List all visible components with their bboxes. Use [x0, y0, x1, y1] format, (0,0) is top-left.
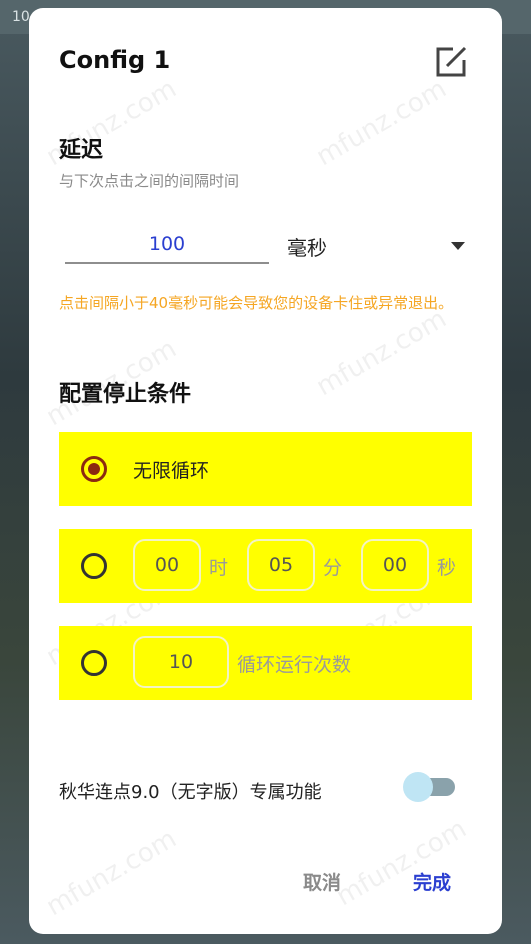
toggle-thumb	[403, 772, 433, 802]
done-button[interactable]: 完成	[413, 868, 451, 895]
radio-loop-count[interactable]	[81, 650, 107, 676]
option-timer[interactable]: 时 分 秒	[59, 529, 472, 603]
delay-subtitle: 与下次点击之间的间隔时间	[59, 172, 240, 190]
timer-hours-unit: 时	[209, 557, 229, 579]
timer-minutes-unit: 分	[323, 557, 343, 579]
status-time: 10	[12, 9, 30, 25]
timer-hours-input[interactable]	[133, 539, 201, 591]
exclusive-feature-toggle[interactable]	[403, 766, 455, 806]
cancel-button[interactable]: 取消	[303, 868, 341, 895]
dialog-title: Config 1	[59, 46, 171, 74]
loop-count-label: 循环运行次数	[237, 654, 352, 676]
option-loop-count[interactable]: 循环运行次数	[59, 626, 472, 700]
config-dialog: mfunz.com mfunz.com mfunz.com mfunz.com …	[29, 8, 502, 934]
delay-heading: 延迟	[59, 138, 104, 163]
timer-seconds-input[interactable]	[361, 539, 429, 591]
delay-unit-label: 毫秒	[287, 236, 327, 260]
chevron-down-icon	[451, 242, 465, 250]
timer-seconds-unit: 秒	[437, 557, 457, 579]
exclusive-feature-label: 秋华连点9.0（无字版）专属功能	[59, 782, 322, 803]
delay-unit-select[interactable]: 毫秒	[287, 226, 471, 264]
radio-timer[interactable]	[81, 553, 107, 579]
option-infinite-loop-label: 无限循环	[133, 460, 210, 482]
watermark: mfunz.com	[311, 73, 452, 173]
watermark: mfunz.com	[311, 303, 452, 403]
loop-count-input[interactable]	[133, 636, 229, 688]
timer-minutes-input[interactable]	[247, 539, 315, 591]
stop-condition-heading: 配置停止条件	[59, 382, 192, 407]
watermark: mfunz.com	[41, 823, 182, 923]
watermark: mfunz.com	[331, 813, 472, 913]
radio-infinite-loop[interactable]	[81, 456, 107, 482]
edit-title-button[interactable]	[431, 42, 471, 82]
option-infinite-loop[interactable]: 无限循环	[59, 432, 472, 506]
delay-warning: 点击间隔小于40毫秒可能会导致您的设备卡住或异常退出。	[59, 294, 454, 312]
edit-icon	[436, 46, 467, 77]
delay-input[interactable]	[65, 226, 269, 264]
